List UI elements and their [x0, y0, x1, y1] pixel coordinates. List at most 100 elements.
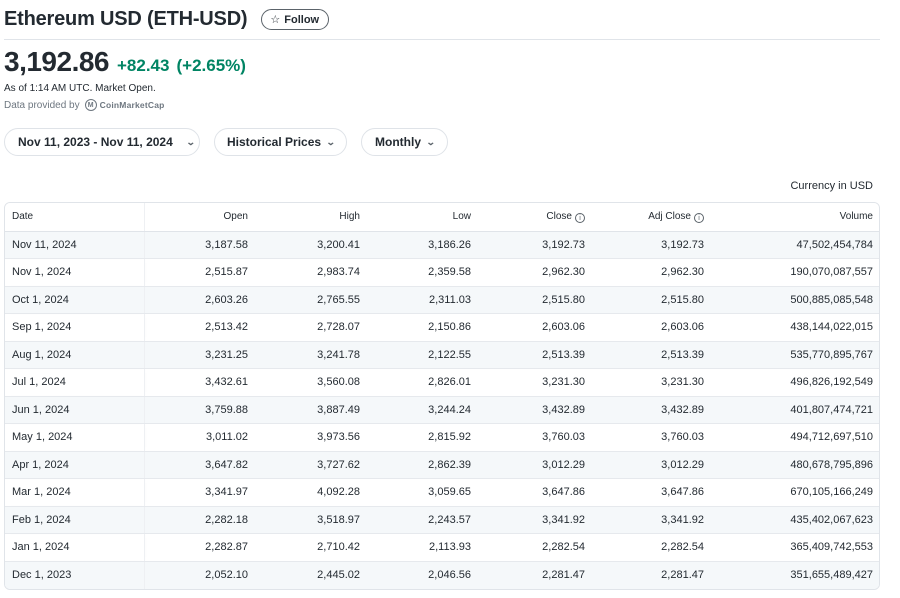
price-change-percent: (+2.65%) — [176, 56, 246, 75]
info-icon[interactable]: i — [694, 213, 704, 223]
table-row: Feb 1, 2024 2,282.18 3,518.97 2,243.57 3,341… — [5, 506, 879, 534]
provided-by-label: Data provided by — [4, 99, 80, 111]
cell-low: 2,113.93 — [366, 533, 477, 562]
cell-close: 3,012.29 — [477, 451, 591, 479]
cell-adj-close: 2,603.06 — [591, 313, 710, 342]
cell-adj-close: 2,513.39 — [591, 341, 710, 369]
table-row: Sep 1, 2024 2,513.42 2,728.07 2,150.86 2,603… — [5, 313, 879, 342]
data-type-dropdown[interactable]: Historical Prices ⌄ — [214, 128, 347, 156]
cell-date: Nov 11, 2024 — [5, 231, 145, 259]
column-header-date: Date — [5, 203, 145, 232]
cell-high: 3,973.56 — [254, 423, 366, 452]
cell-volume: 190,070,087,557 — [710, 258, 879, 287]
cell-high: 4,092.28 — [254, 478, 366, 507]
cell-open: 3,341.97 — [144, 478, 254, 507]
cell-volume: 365,409,742,553 — [710, 533, 879, 562]
table-row: Aug 1, 2024 3,231.25 3,241.78 2,122.55 2,513… — [5, 341, 879, 369]
cell-low: 2,046.56 — [366, 561, 477, 589]
cell-low: 2,122.55 — [366, 341, 477, 369]
cell-open: 2,282.18 — [144, 506, 254, 534]
cell-open: 2,513.42 — [144, 313, 254, 342]
page-header: Ethereum USD (ETH-USD) ☆ Follow — [4, 6, 880, 40]
column-header-adj-close: Adj Close i — [591, 203, 710, 232]
cell-open: 3,432.61 — [144, 368, 254, 397]
cell-date: Jun 1, 2024 — [5, 396, 145, 424]
quote-price-row: 3,192.86 +82.43 (+2.65%) — [4, 46, 246, 78]
cell-date: Sep 1, 2024 — [5, 313, 145, 342]
cell-low: 2,862.39 — [366, 451, 477, 479]
follow-label: Follow — [284, 13, 320, 26]
current-price: 3,192.86 — [4, 46, 110, 77]
cell-close: 2,281.47 — [477, 561, 591, 589]
cell-volume: 670,105,166,249 — [710, 478, 879, 507]
cell-date: Jan 1, 2024 — [5, 533, 145, 562]
cell-high: 2,710.42 — [254, 533, 366, 562]
cell-low: 2,826.01 — [366, 368, 477, 397]
cell-close: 3,432.89 — [477, 396, 591, 424]
cell-high: 2,765.55 — [254, 286, 366, 314]
table-row: Dec 1, 2023 2,052.10 2,445.02 2,046.56 2,281… — [5, 561, 879, 589]
table-row: May 1, 2024 3,011.02 3,973.56 2,815.92 3,760… — [5, 423, 879, 452]
info-icon[interactable]: i — [575, 213, 585, 223]
table-row: Nov 1, 2024 2,515.87 2,983.74 2,359.58 2,962… — [5, 258, 879, 287]
cell-close: 3,192.73 — [477, 231, 591, 259]
cell-low: 3,059.65 — [366, 478, 477, 507]
table-body: Nov 11, 2024 3,187.58 3,200.41 3,186.26 3,19… — [5, 231, 879, 589]
star-icon: ☆ — [270, 14, 281, 26]
cell-volume: 494,712,697,510 — [710, 423, 879, 452]
cell-date: Nov 1, 2024 — [5, 258, 145, 287]
cell-close: 2,515.80 — [477, 286, 591, 314]
cell-close: 3,341.92 — [477, 506, 591, 534]
cell-open: 3,647.82 — [144, 451, 254, 479]
historical-prices-table: Date Open High Low Close i Adj Close i Vol… — [4, 202, 880, 590]
cell-date: Oct 1, 2024 — [5, 286, 145, 314]
cell-open: 2,603.26 — [144, 286, 254, 314]
frequency-label: Monthly — [375, 135, 421, 149]
provider-name: CoinMarketCap — [99, 100, 165, 110]
cell-volume: 496,826,192,549 — [710, 368, 879, 397]
cell-high: 2,983.74 — [254, 258, 366, 287]
cell-low: 3,186.26 — [366, 231, 477, 259]
cell-adj-close: 3,432.89 — [591, 396, 710, 424]
cell-date: Jul 1, 2024 — [5, 368, 145, 397]
cell-adj-close: 3,231.30 — [591, 368, 710, 397]
cell-close: 2,603.06 — [477, 313, 591, 342]
cell-low: 2,150.86 — [366, 313, 477, 342]
market-status: As of 1:14 AM UTC. Market Open. — [4, 83, 156, 94]
cell-close: 2,962.30 — [477, 258, 591, 287]
cell-low: 3,244.24 — [366, 396, 477, 424]
cell-low: 2,311.03 — [366, 286, 477, 314]
follow-button[interactable]: ☆ Follow — [261, 9, 330, 30]
cell-close: 3,647.86 — [477, 478, 591, 507]
cell-high: 2,445.02 — [254, 561, 366, 589]
cell-close: 3,231.30 — [477, 368, 591, 397]
close-header-label: Close — [546, 210, 572, 222]
cell-high: 3,241.78 — [254, 341, 366, 369]
table-row: Nov 11, 2024 3,187.58 3,200.41 3,186.26 3,19… — [5, 231, 879, 259]
cell-low: 2,243.57 — [366, 506, 477, 534]
cell-adj-close: 2,281.47 — [591, 561, 710, 589]
column-header-open: Open — [144, 203, 254, 232]
price-change: +82.43 — [117, 56, 170, 75]
cell-high: 3,560.08 — [254, 368, 366, 397]
cell-date: Mar 1, 2024 — [5, 478, 145, 507]
cell-adj-close: 3,760.03 — [591, 423, 710, 452]
adj-close-header-label: Adj Close — [648, 210, 691, 222]
cell-open: 3,231.25 — [144, 341, 254, 369]
cell-volume: 500,885,085,548 — [710, 286, 879, 314]
date-range-dropdown[interactable]: Nov 11, 2023 - Nov 11, 2024 ⌄ — [4, 128, 200, 156]
column-header-low: Low — [366, 203, 477, 232]
cell-close: 3,760.03 — [477, 423, 591, 452]
table-row: Mar 1, 2024 3,341.97 4,092.28 3,059.65 3,647… — [5, 478, 879, 507]
cell-open: 2,052.10 — [144, 561, 254, 589]
frequency-dropdown[interactable]: Monthly ⌄ — [361, 128, 448, 156]
cell-high: 3,518.97 — [254, 506, 366, 534]
table-row: Oct 1, 2024 2,603.26 2,765.55 2,311.03 2,515… — [5, 286, 879, 314]
cell-close: 2,282.54 — [477, 533, 591, 562]
data-provider: Data provided by M CoinMarketCap — [4, 99, 165, 111]
chevron-down-icon: ⌄ — [425, 136, 436, 147]
table-header-row: Date Open High Low Close i Adj Close i Vol… — [5, 203, 879, 232]
chevron-down-icon: ⌄ — [185, 136, 196, 147]
table-row: Jan 1, 2024 2,282.87 2,710.42 2,113.93 2,282… — [5, 533, 879, 562]
currency-note: Currency in USD — [790, 180, 873, 192]
